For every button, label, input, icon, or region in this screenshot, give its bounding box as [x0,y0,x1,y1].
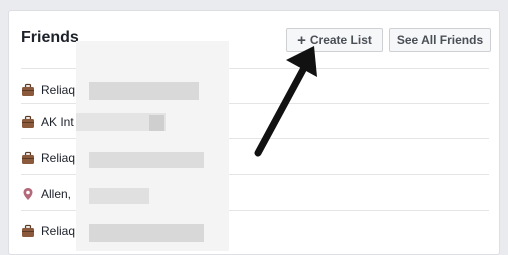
create-list-button[interactable]: + Create List [286,28,383,52]
friend-list-item[interactable]: Allen, [21,182,71,206]
redaction-block [89,82,199,100]
briefcase-icon [22,151,34,164]
friend-name: Allen, [41,187,72,201]
redaction-block [89,152,204,168]
redaction-block [149,115,164,131]
create-list-label: Create List [309,33,372,47]
briefcase-icon [22,115,34,128]
friend-name: Reliaq [41,83,76,97]
friend-list-item[interactable]: Reliaq [21,219,75,243]
redaction-overlay [76,41,229,251]
see-all-friends-button[interactable]: See All Friends [389,28,491,52]
briefcase-icon [22,224,34,237]
friends-panel: Friends + Create List See All Friends Re… [8,10,500,255]
friend-list-item[interactable]: AK Int [21,110,74,134]
redaction-block [89,224,204,242]
friend-name: Reliaq [41,224,76,238]
panel-title: Friends [21,29,79,46]
friend-name: AK Int [41,115,74,129]
friend-list-item[interactable]: Reliaq [21,78,75,102]
location-pin-icon [23,188,33,200]
briefcase-icon [22,83,34,96]
redaction-block [89,188,149,204]
plus-icon: + [297,31,306,49]
see-all-friends-label: See All Friends [396,33,484,47]
friend-list-item[interactable]: Reliaq [21,146,75,170]
friend-name: Reliaq [41,151,76,165]
